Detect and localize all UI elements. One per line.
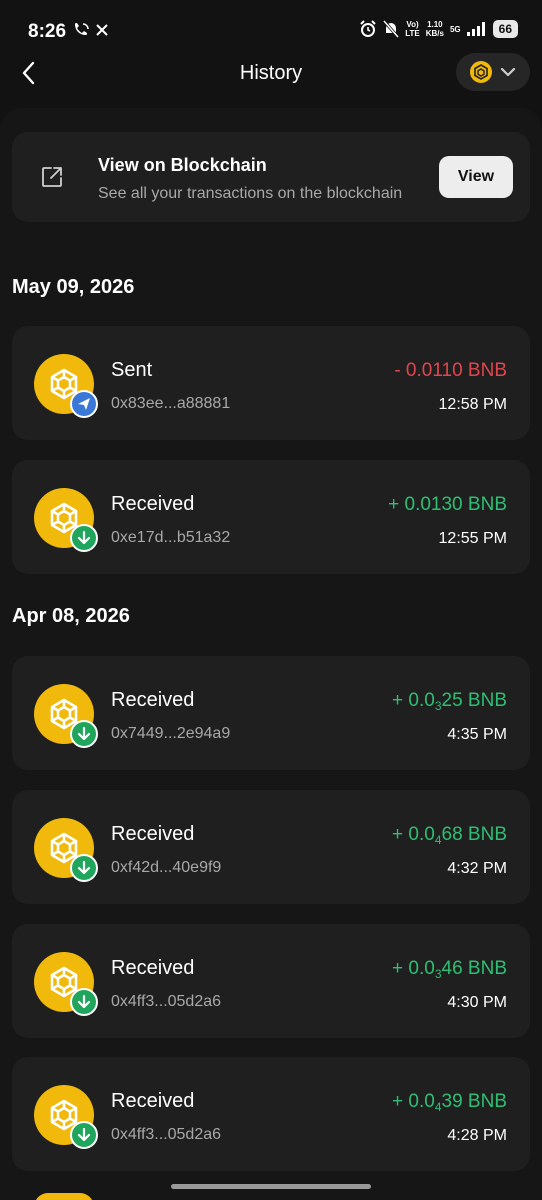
receive-badge-icon	[70, 524, 98, 552]
status-left-icons	[72, 22, 108, 38]
send-badge-icon	[70, 390, 98, 418]
blockchain-card-subtitle: See all your transactions on the blockch…	[98, 185, 403, 202]
transaction-card[interactable]: Received 0x4ff3...05d2a6 + 0.0439 BNB 4:…	[12, 1057, 530, 1171]
signal-5g: 5G	[449, 24, 461, 34]
transaction-card[interactable]: Received 0xf42d...40e9f9 + 0.0468 BNB 4:…	[12, 790, 530, 904]
status-bar: 8:26 Vo) LTE 1.10 KB/s 5G 66	[0, 0, 542, 56]
receive-badge-icon	[70, 988, 98, 1016]
external-link-icon	[42, 167, 62, 187]
transaction-amount: + 0.0325 BNB	[392, 690, 507, 713]
status-time: 8:26	[28, 21, 67, 42]
next-item-peek	[34, 1193, 94, 1200]
mute-icon	[383, 20, 400, 38]
chevron-down-icon	[500, 67, 516, 77]
transaction-time: 4:30 PM	[447, 994, 507, 1011]
transaction-time: 4:35 PM	[447, 726, 507, 743]
transaction-card[interactable]: Received 0xe17d...b51a32 + 0.0130 BNB 12…	[12, 460, 530, 574]
blockchain-card-title: View on Blockchain	[98, 155, 267, 175]
battery-indicator: 66	[492, 20, 518, 38]
transaction-type: Received	[111, 689, 195, 711]
receive-badge-icon	[70, 1121, 98, 1149]
transaction-time: 4:28 PM	[447, 1127, 507, 1144]
transaction-type: Received	[111, 823, 195, 845]
transaction-hash: 0x4ff3...05d2a6	[111, 1126, 222, 1143]
transaction-hash: 0x83ee...a88881	[111, 395, 231, 412]
network-speed: 1.10 KB/s	[425, 20, 444, 38]
transaction-time: 4:32 PM	[447, 860, 507, 877]
wifi-call-icon	[75, 23, 89, 35]
transaction-amount: + 0.0468 BNB	[392, 824, 507, 847]
transaction-type: Received	[111, 1090, 195, 1112]
transaction-time: 12:58 PM	[438, 396, 507, 413]
transaction-hash: 0x7449...2e94a9	[111, 725, 231, 742]
x-app-icon	[96, 24, 108, 36]
app-header: History	[0, 53, 542, 110]
status-right-icons: Vo) LTE 1.10 KB/s 5G 66	[359, 20, 518, 38]
view-on-blockchain-card[interactable]: View on Blockchain See all your transact…	[12, 132, 530, 222]
receive-badge-icon	[70, 720, 98, 748]
transaction-hash: 0x4ff3...05d2a6	[111, 993, 222, 1010]
transaction-amount: + 0.0439 BNB	[392, 1091, 507, 1114]
transaction-hash: 0xf42d...40e9f9	[111, 859, 222, 876]
receive-badge-icon	[70, 854, 98, 882]
alarm-icon	[360, 20, 376, 37]
transaction-time: 12:55 PM	[438, 530, 507, 547]
transaction-amount: + 0.0346 BNB	[392, 958, 507, 981]
transaction-type: Sent	[111, 359, 153, 381]
bnb-icon	[470, 61, 492, 83]
signal-bars-icon	[466, 22, 485, 36]
network-selector-button[interactable]	[456, 53, 530, 91]
transaction-type: Received	[111, 957, 195, 979]
date-header: May 09, 2026	[12, 276, 135, 298]
view-button[interactable]: View	[439, 156, 513, 198]
transaction-hash: 0xe17d...b51a32	[111, 529, 231, 546]
transaction-card[interactable]: Received 0x7449...2e94a9 + 0.0325 BNB 4:…	[12, 656, 530, 770]
date-header: Apr 08, 2026	[12, 605, 130, 627]
home-indicator[interactable]	[171, 1184, 371, 1189]
transaction-card[interactable]: Sent 0x83ee...a88881 - 0.0110 BNB 12:58 …	[12, 326, 530, 440]
transaction-amount: + 0.0130 BNB	[388, 494, 507, 515]
transaction-type: Received	[111, 493, 195, 515]
history-panel: View on Blockchain See all your transact…	[0, 108, 542, 1200]
volte-indicator: Vo) LTE	[405, 20, 420, 38]
transaction-card[interactable]: Received 0x4ff3...05d2a6 + 0.0346 BNB 4:…	[12, 924, 530, 1038]
transaction-amount: - 0.0110 BNB	[394, 360, 507, 381]
